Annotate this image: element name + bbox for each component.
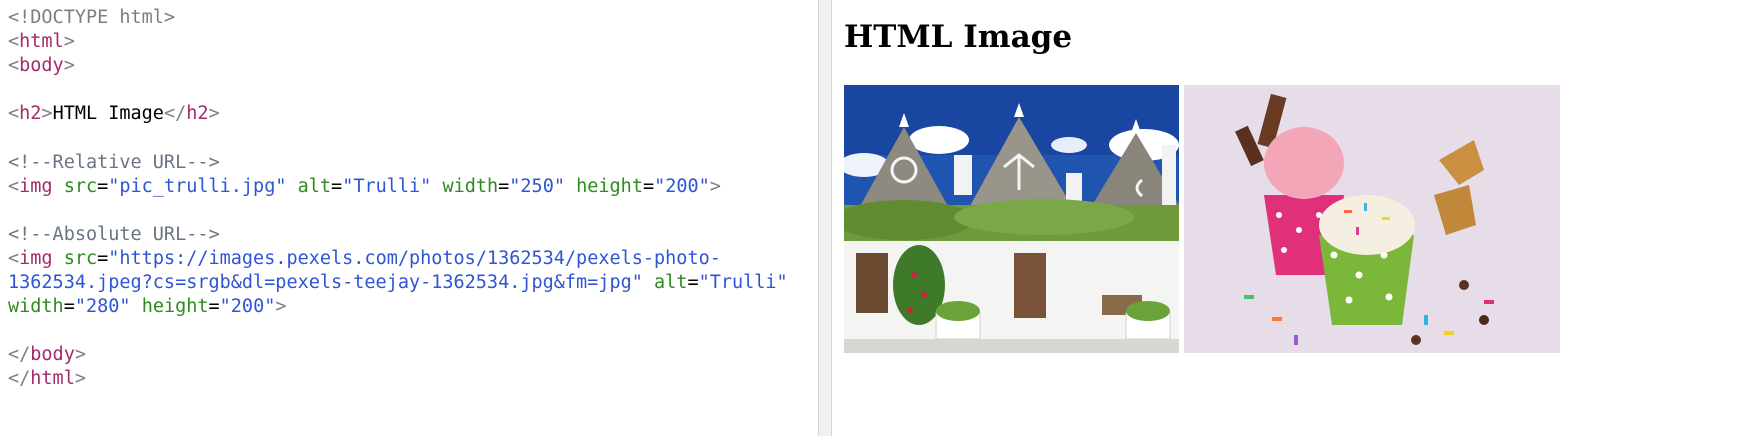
code-line: <img src="pic_trulli.jpg" alt="Trulli" w… [8,175,788,199]
code-token: h2 [19,103,42,125]
trulli-houses-photo [844,85,1179,353]
result-preview: HTML Image [832,0,1754,436]
code-token: src [63,247,98,269]
ice-cream-image [1184,85,1560,353]
code-token: img [19,247,53,269]
code-token: < [8,175,20,197]
code-line: ​ [8,126,788,150]
code-token: = [687,272,699,294]
code-line: </html> [8,367,788,391]
code-token: </ [163,103,187,125]
code-token: = [63,296,75,318]
ice-cream-photo [1184,85,1560,353]
code-token: = [642,175,655,197]
code-line: <body> [8,54,788,78]
code-token: height [141,296,209,318]
code-token: "Trulli" [698,272,788,294]
code-line: <h2>HTML Image</h2> [8,102,788,126]
code-token: h2 [186,103,209,125]
code-line: ​ [8,319,788,343]
code-line: </body> [8,343,788,367]
code-token: html [19,31,64,53]
code-token: src [63,175,98,197]
code-token: width [8,296,64,318]
code-token: </ [8,368,31,390]
page-heading: HTML Image [844,19,1073,55]
code-token: > [63,31,75,53]
code-token: > [63,55,75,77]
code-token: alt [654,272,688,294]
code-token: "280" [74,296,131,318]
code-token: < [8,103,20,125]
code-token: < [8,31,20,53]
code-token: "Trulli" [342,175,432,197]
panel-divider[interactable] [818,0,832,436]
code-text[interactable]: <!DOCTYPE html><html><body>​<h2>HTML Ima… [8,6,788,392]
code-token: < [8,55,20,77]
code-token: <!--Relative URL--> [8,151,220,173]
code-token: = [97,175,109,197]
code-token: height [576,175,643,197]
code-token: > [41,103,53,125]
code-line: 1362534.jpeg?cs=srgb&dl=pexels-teejay-13… [8,271,788,295]
code-token: body [30,344,75,366]
code-token: 1362534.jpeg?cs=srgb&dl=pexels-teejay-13… [8,272,643,294]
code-token: <!DOCTYPE html> [8,7,176,28]
code-token: alt [297,175,332,197]
code-token: width [442,175,499,197]
code-token: = [498,175,510,197]
code-token: img [19,175,53,197]
code-line: width="280" height="200"> [8,295,788,319]
code-token: > [275,296,287,318]
code-token: < [8,247,20,269]
code-token: </ [8,344,31,366]
code-editor[interactable]: <!DOCTYPE html><html><body>​<h2>HTML Ima… [0,0,818,436]
code-token: HTML Image [52,103,164,125]
code-token: "200" [654,175,710,197]
code-line: <html> [8,30,788,54]
code-token: "250" [509,175,565,197]
code-token: > [208,103,220,125]
code-line: ​ [8,78,788,102]
code-line: <!--Absolute URL--> [8,223,788,247]
code-token: body [19,55,64,77]
code-token: = [331,175,343,197]
code-line: <!--Relative URL--> [8,151,788,175]
code-token: "https://images.pexels.com/photos/136253… [108,247,721,269]
code-token: = [208,296,220,318]
code-token: <!--Absolute URL--> [8,223,220,245]
code-token: = [97,247,109,269]
code-line: <!DOCTYPE html> [8,6,788,30]
code-line: ​ [8,199,788,223]
code-token: "200" [219,296,276,318]
trulli-image [844,85,1179,353]
code-line: <img src="https://images.pexels.com/phot… [8,247,788,271]
code-token: html [30,368,75,390]
code-token: "pic_trulli.jpg" [108,175,287,197]
code-token: > [74,344,86,366]
code-token: > [709,175,721,197]
code-token: > [74,368,86,390]
